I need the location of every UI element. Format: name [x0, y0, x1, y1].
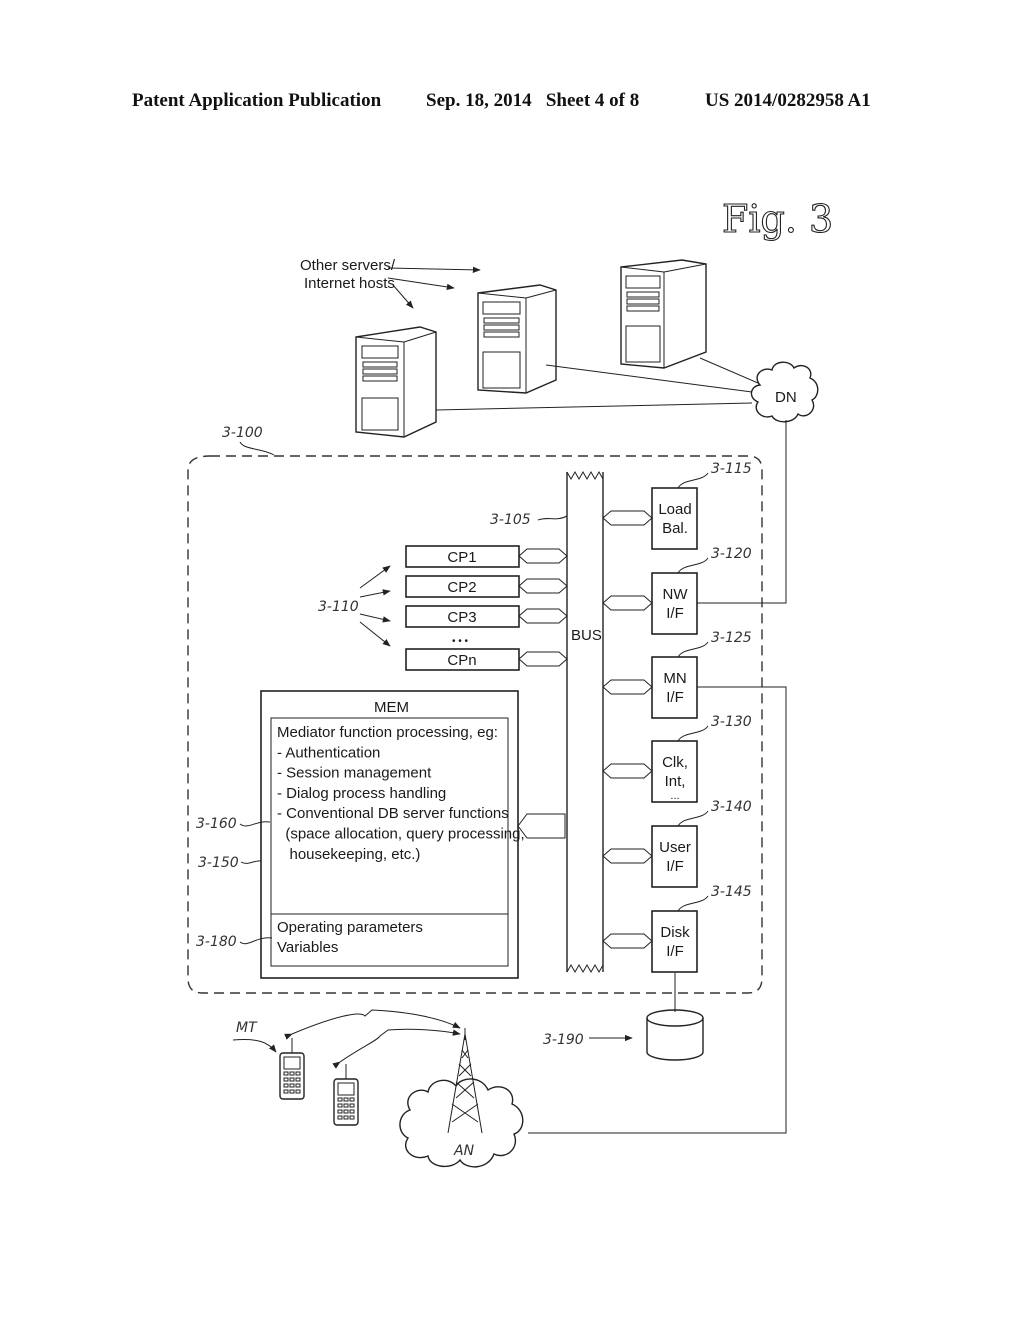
bus-connector [602, 933, 653, 949]
peripheral-box [651, 487, 698, 550]
peripheral-label-line1: MN [663, 670, 686, 687]
peripheral-box [651, 572, 698, 635]
peripheral-box [651, 910, 698, 973]
peripheral-label-line2: I/F [666, 858, 684, 875]
arrow-to-cpn [359, 621, 391, 647]
peripheral-ref: 3-145 [711, 884, 752, 900]
processor-label: CP1 [447, 549, 476, 566]
memory-program-line: (space allocation, query processing, [277, 826, 525, 843]
bus [566, 470, 604, 974]
wireless-link-2 [332, 1028, 461, 1069]
an-label: AN [453, 1143, 475, 1159]
arrow-to-cp1 [359, 565, 391, 589]
cp-ellipsis: • • • [452, 636, 469, 647]
server-icon [477, 284, 557, 394]
memory-program-line: housekeeping, etc.) [277, 846, 420, 863]
peripheral-label-line2: I/F [666, 943, 684, 960]
bus-connector [518, 548, 568, 564]
bus-connector [518, 608, 568, 624]
server-icon [355, 326, 437, 438]
peripheral-label-line1: Load [658, 501, 691, 518]
processor-label: CPn [447, 652, 476, 669]
figure-title: Fig. 3 [722, 197, 833, 241]
processor-label: CP2 [447, 579, 476, 596]
peripheral-ref: 3-125 [711, 630, 752, 646]
bus-connector [602, 595, 653, 611]
link-server1-dn [435, 402, 753, 411]
bus-connector [518, 578, 568, 594]
arrow-to-server-1 [392, 284, 414, 309]
memory-title: MEM [374, 699, 409, 716]
arrow-to-server-3 [387, 277, 455, 291]
peripheral-label-line3: ... [670, 790, 679, 802]
bus-label: BUS [571, 627, 602, 644]
link-dn-nwif [697, 420, 787, 604]
leader-line [537, 515, 568, 521]
arrow-to-cp2 [359, 589, 391, 598]
bus-connector [517, 813, 566, 839]
bus-connector [602, 848, 653, 864]
peripheral-ref: 3-120 [711, 546, 752, 562]
peripheral-label-line1: Disk [660, 924, 690, 941]
mt-label: MT [236, 1020, 258, 1036]
servers-label-line2: Internet hosts [304, 275, 395, 292]
processor-label: CP3 [447, 609, 476, 626]
arrow-to-mt [232, 1039, 277, 1053]
leader-line [677, 557, 709, 574]
bus-connector [518, 651, 568, 667]
leader-line [677, 725, 709, 742]
server-icon [620, 259, 707, 369]
database-icon [646, 1009, 704, 1061]
peripheral-box [651, 656, 698, 719]
memory-program-line: - Dialog process handling [277, 785, 446, 802]
leader-line [677, 641, 709, 658]
bus-connector [602, 763, 653, 779]
memory-params-ref: 3-180 [196, 934, 237, 950]
link-server3-dn [699, 357, 759, 384]
memory-program-line: - Conventional DB server functions [277, 805, 509, 822]
peripheral-label-line1: User [659, 839, 691, 856]
memory-program-line: - Authentication [277, 744, 380, 761]
memory-param-line: Operating parameters [277, 919, 423, 936]
memory-param-line: Variables [277, 939, 338, 956]
memory-program-ref: 3-160 [196, 816, 237, 832]
bus-connector [602, 679, 653, 695]
arrow-to-server-2 [387, 266, 481, 274]
leader-line [239, 441, 275, 456]
system-ref: 3-100 [222, 425, 263, 441]
peripheral-label-line2: I/F [666, 605, 684, 622]
peripheral-ref: 3-140 [711, 799, 752, 815]
servers-label-line1: Other servers/ [300, 257, 396, 274]
peripheral-label-line2: I/F [666, 689, 684, 706]
peripheral-label-line2: Int, [665, 773, 686, 790]
memory-program-line: Mediator function processing, eg: [277, 724, 498, 741]
peripheral-label-line1: NW [663, 586, 689, 603]
dn-label: DN [775, 389, 797, 406]
leader-line [677, 895, 709, 912]
leader-line [240, 860, 262, 864]
peripheral-label-line2: Bal. [662, 520, 688, 537]
peripheral-ref: 3-115 [711, 461, 752, 477]
memory-ref: 3-150 [198, 855, 239, 871]
mobile-phone-icon [333, 1064, 359, 1126]
processors-ref: 3-110 [318, 599, 359, 615]
peripheral-ref: 3-130 [711, 714, 752, 730]
peripheral-label-line1: Clk, [662, 754, 688, 771]
peripheral-box [651, 825, 698, 888]
leader-line [677, 472, 709, 489]
bus-connector [602, 510, 653, 526]
storage-ref: 3-190 [543, 1032, 584, 1048]
mobile-phone-icon [279, 1038, 305, 1100]
link-server2-dn [545, 364, 753, 393]
leader-line [677, 810, 709, 827]
memory-program-line: - Session management [277, 765, 432, 782]
arrow-to-cp3 [359, 613, 391, 623]
bus-ref: 3-105 [490, 512, 531, 528]
figure-diagram: Fig. 3 Other servers/ Internet hosts DN … [187, 196, 834, 1168]
